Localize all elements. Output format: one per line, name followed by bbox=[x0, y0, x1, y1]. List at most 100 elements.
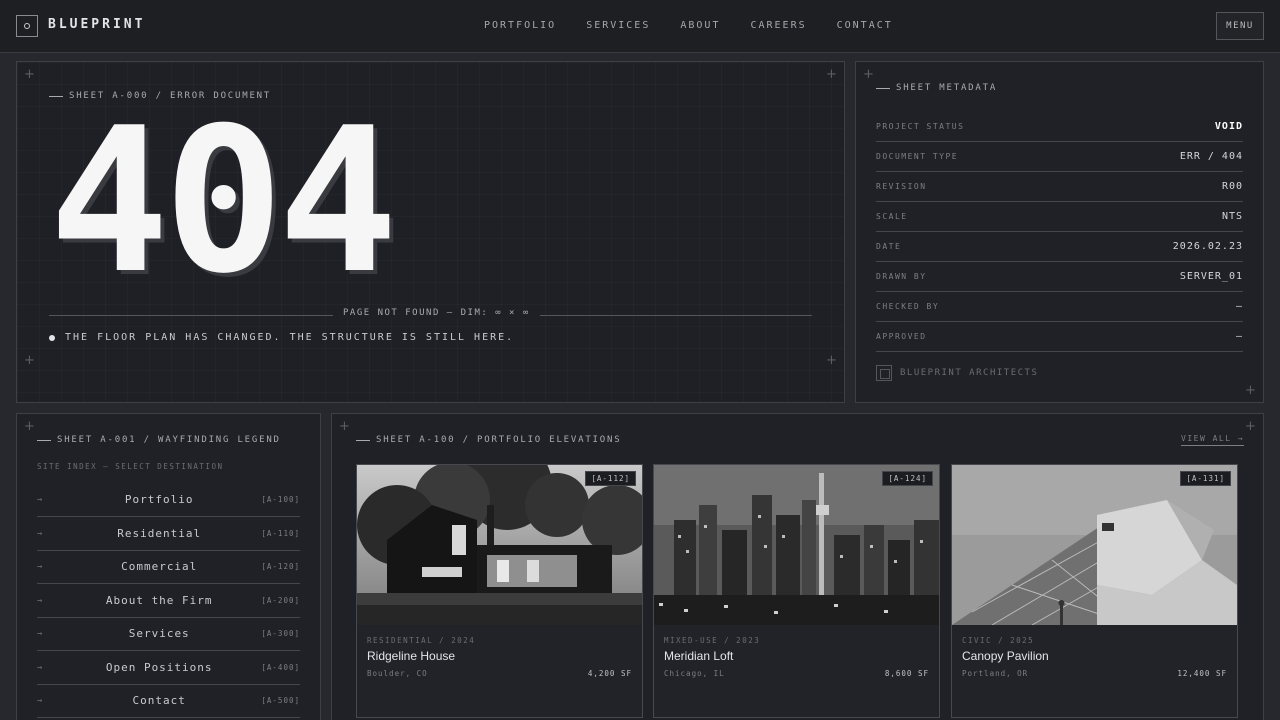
corner-mark-icon: + bbox=[1245, 383, 1256, 398]
error-code: 404 bbox=[49, 85, 398, 318]
meta-key: DRAWN BY bbox=[876, 272, 927, 281]
portfolio-panel: + + SHEET A-100 / PORTFOLIO ELEVATIONS V… bbox=[331, 413, 1264, 720]
nav-link-services[interactable]: SERVICES bbox=[586, 20, 650, 31]
meta-key: DATE bbox=[876, 242, 902, 251]
legend-item-label: Services bbox=[128, 627, 190, 640]
meta-row-drawn-by: DRAWN BY SERVER_01 bbox=[876, 262, 1243, 292]
corner-mark-icon: + bbox=[24, 419, 35, 434]
bullet-icon bbox=[49, 334, 55, 341]
project-title: Meridian Loft bbox=[664, 649, 734, 663]
firm-signature: BLUEPRINT ARCHITECTS bbox=[876, 365, 1038, 381]
project-category: MIXED-USE / 2023 bbox=[664, 636, 761, 645]
top-nav: BLUEPRINT PORTFOLIO SERVICES ABOUT CAREE… bbox=[0, 0, 1280, 53]
nav-link-contact[interactable]: CONTACT bbox=[837, 20, 893, 31]
meta-key: DOCUMENT TYPE bbox=[876, 152, 959, 161]
legend-item-about[interactable]: → About the Firm [A-200] bbox=[37, 584, 300, 618]
wayfinding-panel: + SHEET A-001 / WAYFINDING LEGEND SITE I… bbox=[16, 413, 321, 720]
project-location: Boulder, CO bbox=[367, 669, 428, 678]
portfolio-sheet-label: SHEET A-100 / PORTFOLIO ELEVATIONS bbox=[356, 435, 621, 445]
menu-button[interactable]: MENU bbox=[1216, 12, 1264, 40]
legend-item-label: Residential bbox=[117, 527, 202, 540]
project-card-canopy[interactable]: [A-131] CIVIC / 2025 Canopy Pavilion Por… bbox=[951, 464, 1238, 718]
meta-value: ERR / 404 bbox=[1179, 151, 1243, 162]
arrow-right-icon: → bbox=[37, 695, 43, 706]
project-code-badge: [A-112] bbox=[585, 471, 636, 486]
meta-row-scale: SCALE NTS bbox=[876, 202, 1243, 232]
meta-value: — bbox=[1235, 331, 1243, 342]
nav-link-about[interactable]: ABOUT bbox=[680, 20, 720, 31]
nav-link-careers[interactable]: CAREERS bbox=[750, 20, 806, 31]
arrow-right-icon: → bbox=[37, 595, 43, 606]
nav-link-portfolio[interactable]: PORTFOLIO bbox=[484, 20, 556, 31]
meta-row-revision: REVISION R00 bbox=[876, 172, 1243, 202]
project-title: Ridgeline House bbox=[367, 649, 456, 663]
corner-mark-icon: + bbox=[826, 67, 837, 82]
corner-mark-icon: + bbox=[1245, 419, 1256, 434]
error-message: THE FLOOR PLAN HAS CHANGED. THE STRUCTUR… bbox=[49, 332, 514, 343]
error-panel: + + + + SHEET A-000 / ERROR DOCUMENT 404… bbox=[16, 61, 845, 403]
meta-row-approved: APPROVED — bbox=[876, 322, 1243, 352]
corner-mark-icon: + bbox=[826, 353, 837, 368]
legend-item-contact[interactable]: → Contact [A-500] bbox=[37, 684, 300, 718]
legend-item-code: [A-120] bbox=[261, 562, 300, 571]
meta-row-project-status: PROJECT STATUS VOID bbox=[876, 112, 1243, 142]
legend-item-services[interactable]: → Services [A-300] bbox=[37, 617, 300, 651]
arrow-right-icon: → bbox=[37, 528, 43, 539]
project-image-house bbox=[357, 465, 642, 625]
project-area: 8,600 SF bbox=[884, 669, 929, 678]
meta-value: SERVER_01 bbox=[1179, 271, 1243, 282]
project-location: Portland, OR bbox=[962, 669, 1029, 678]
project-location: Chicago, IL bbox=[664, 669, 725, 678]
arrow-right-icon: → bbox=[37, 628, 43, 639]
view-all-link[interactable]: VIEW ALL → bbox=[1181, 434, 1245, 446]
arrow-right-icon: → bbox=[37, 494, 43, 505]
legend-item-label: Portfolio bbox=[124, 493, 194, 506]
firm-stamp-icon bbox=[876, 365, 892, 381]
brand-name[interactable]: BLUEPRINT bbox=[48, 17, 145, 32]
metadata-panel: + + SHEET METADATA PROJECT STATUS VOID D… bbox=[855, 61, 1264, 403]
legend-item-code: [A-500] bbox=[261, 696, 300, 705]
meta-value: NTS bbox=[1221, 211, 1243, 222]
corner-mark-icon: + bbox=[24, 353, 35, 368]
meta-row-date: DATE 2026.02.23 bbox=[876, 232, 1243, 262]
project-code-badge: [A-124] bbox=[882, 471, 933, 486]
legend-item-label: Open Positions bbox=[105, 661, 213, 674]
logo-icon[interactable] bbox=[16, 15, 38, 37]
project-title: Canopy Pavilion bbox=[962, 649, 1049, 663]
project-code-badge: [A-131] bbox=[1180, 471, 1231, 486]
legend-item-code: [A-200] bbox=[261, 596, 300, 605]
legend-item-label: About the Firm bbox=[105, 594, 213, 607]
meta-row-document-type: DOCUMENT TYPE ERR / 404 bbox=[876, 142, 1243, 172]
firm-name: BLUEPRINT ARCHITECTS bbox=[900, 368, 1039, 378]
error-message-text: THE FLOOR PLAN HAS CHANGED. THE STRUCTUR… bbox=[65, 332, 515, 343]
legend-item-commercial[interactable]: → Commercial [A-120] bbox=[37, 550, 300, 584]
corner-mark-icon: + bbox=[339, 419, 350, 434]
meta-value: — bbox=[1235, 301, 1243, 312]
legend-item-label: Commercial bbox=[121, 560, 198, 573]
arrow-right-icon: → bbox=[37, 561, 43, 572]
project-card-ridgeline[interactable]: [A-112] RESIDENTIAL / 2024 Ridgeline Hou… bbox=[356, 464, 643, 718]
legend-item-portfolio[interactable]: → Portfolio [A-100] bbox=[37, 483, 300, 517]
project-area: 12,400 SF bbox=[1177, 669, 1227, 678]
legend-item-code: [A-100] bbox=[261, 495, 300, 504]
legend-item-code: [A-110] bbox=[261, 529, 300, 538]
legend-subtitle: SITE INDEX — SELECT DESTINATION bbox=[37, 462, 224, 471]
meta-key: REVISION bbox=[876, 182, 927, 191]
dimension-text: PAGE NOT FOUND — DIM: ∞ × ∞ bbox=[333, 308, 540, 318]
legend-item-positions[interactable]: → Open Positions [A-400] bbox=[37, 651, 300, 685]
arrow-right-icon: → bbox=[37, 662, 43, 673]
legend-item-code: [A-300] bbox=[261, 629, 300, 638]
meta-row-checked-by: CHECKED BY — bbox=[876, 292, 1243, 322]
metadata-sheet-label: SHEET METADATA bbox=[876, 83, 997, 93]
meta-key: PROJECT STATUS bbox=[876, 122, 965, 131]
meta-key: SCALE bbox=[876, 212, 908, 221]
project-category: CIVIC / 2025 bbox=[962, 636, 1035, 645]
meta-key: APPROVED bbox=[876, 332, 927, 341]
project-area: 4,200 SF bbox=[587, 669, 632, 678]
meta-value: R00 bbox=[1221, 181, 1243, 192]
legend-item-code: [A-400] bbox=[261, 663, 300, 672]
meta-value: 2026.02.23 bbox=[1172, 241, 1243, 252]
legend-item-residential[interactable]: → Residential [A-110] bbox=[37, 517, 300, 551]
legend-item-label: Contact bbox=[132, 694, 186, 707]
project-card-meridian[interactable]: [A-124] MIXED-USE / 2023 Meridian Loft C… bbox=[653, 464, 940, 718]
